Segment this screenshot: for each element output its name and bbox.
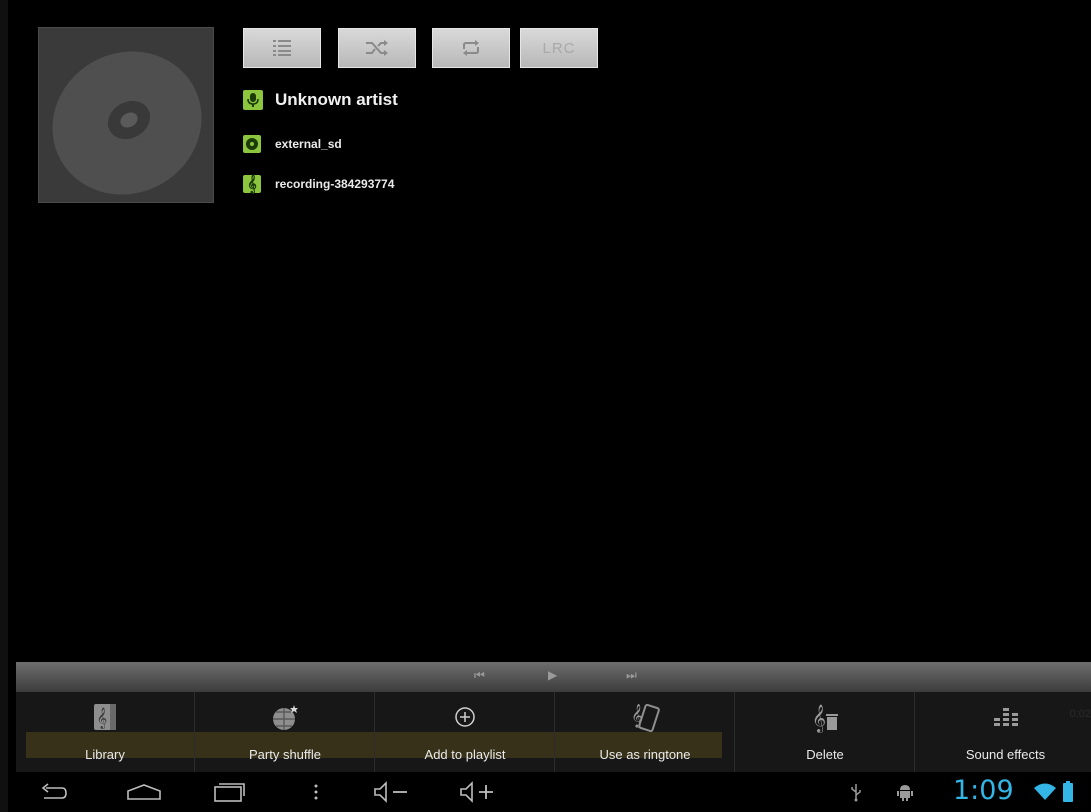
add-to-playlist-label: Add to playlist [424,747,506,762]
sound-effects-action[interactable]: Sound effects [916,692,1091,772]
back-icon [41,783,67,799]
party-shuffle-action[interactable]: Party shuffle [196,692,375,772]
usb-icon [848,778,864,806]
svg-text:𝄞: 𝄞 [97,708,108,729]
svg-text:𝄞: 𝄞 [812,704,826,733]
action-bar: 0:02 𝄞 Library Party shuffle Add to play… [16,692,1091,772]
volume-down-button[interactable] [370,778,414,806]
microphone-icon [243,90,263,110]
list-icon [273,40,291,56]
recent-apps-button[interactable] [209,778,249,806]
equalizer-icon [988,700,1024,734]
android-debug-icon [894,778,916,806]
shuffle-icon [366,40,388,56]
add-playlist-icon [447,700,483,734]
svg-text:𝄞: 𝄞 [631,703,643,728]
volume-down-icon [374,781,407,803]
shuffle-button[interactable] [338,28,416,68]
lyrics-button-label: LRC [542,39,576,57]
album-row: external_sd [243,135,342,153]
menu-button[interactable] [306,778,326,806]
use-as-ringtone-label: Use as ringtone [599,747,691,762]
play-icon[interactable]: ▶ [548,668,557,682]
status-clock: 1:09 [953,775,1014,806]
now-playing-list-button[interactable] [243,28,321,68]
library-icon: 𝄞 [87,700,123,734]
album-name: external_sd [275,137,342,151]
volume-up-icon [460,781,493,803]
track-row: 𝄞 recording-384293774 [243,175,394,193]
delete-icon: 𝄞 [807,700,843,734]
repeat-icon [463,40,479,56]
party-shuffle-icon [267,700,303,734]
next-icon[interactable]: ⏭ [626,668,637,683]
ringtone-icon: 𝄞 [627,700,663,734]
party-shuffle-label: Party shuffle [248,747,322,762]
repeat-button[interactable] [432,28,510,68]
previous-icon[interactable]: ⏮ [474,668,485,683]
volume-up-button[interactable] [456,778,500,806]
home-button[interactable] [124,778,164,806]
wifi-icon [1032,778,1058,806]
recent-apps-icon [214,783,245,802]
track-title: recording-384293774 [275,177,395,191]
system-nav-bar: 1:09 [16,772,1091,812]
treble-clef-icon: 𝄞 [243,175,261,193]
sound-effects-label: Sound effects [965,747,1046,762]
disc-icon [52,51,202,195]
back-button[interactable] [36,778,72,806]
lyrics-button[interactable]: LRC [520,28,598,68]
album-disc-icon [243,135,261,153]
delete-action[interactable]: 𝄞 Delete [736,692,915,772]
home-icon [127,784,161,800]
battery-icon [1060,778,1076,806]
artist-name: Unknown artist [275,90,398,109]
add-to-playlist-action[interactable]: Add to playlist [376,692,555,772]
music-player-screen: LRC Unknown artist external_sd 𝄞 recordi… [0,0,1091,812]
library-action[interactable]: 𝄞 Library [16,692,195,772]
artist-row: Unknown artist [243,90,398,110]
overflow-menu-icon [314,784,318,800]
progress-strip[interactable]: ⏮ ▶ ⏭ [16,662,1091,692]
library-label: Library [85,747,125,762]
use-as-ringtone-action[interactable]: 𝄞 Use as ringtone [556,692,735,772]
delete-label: Delete [806,747,844,762]
album-art [38,27,214,203]
